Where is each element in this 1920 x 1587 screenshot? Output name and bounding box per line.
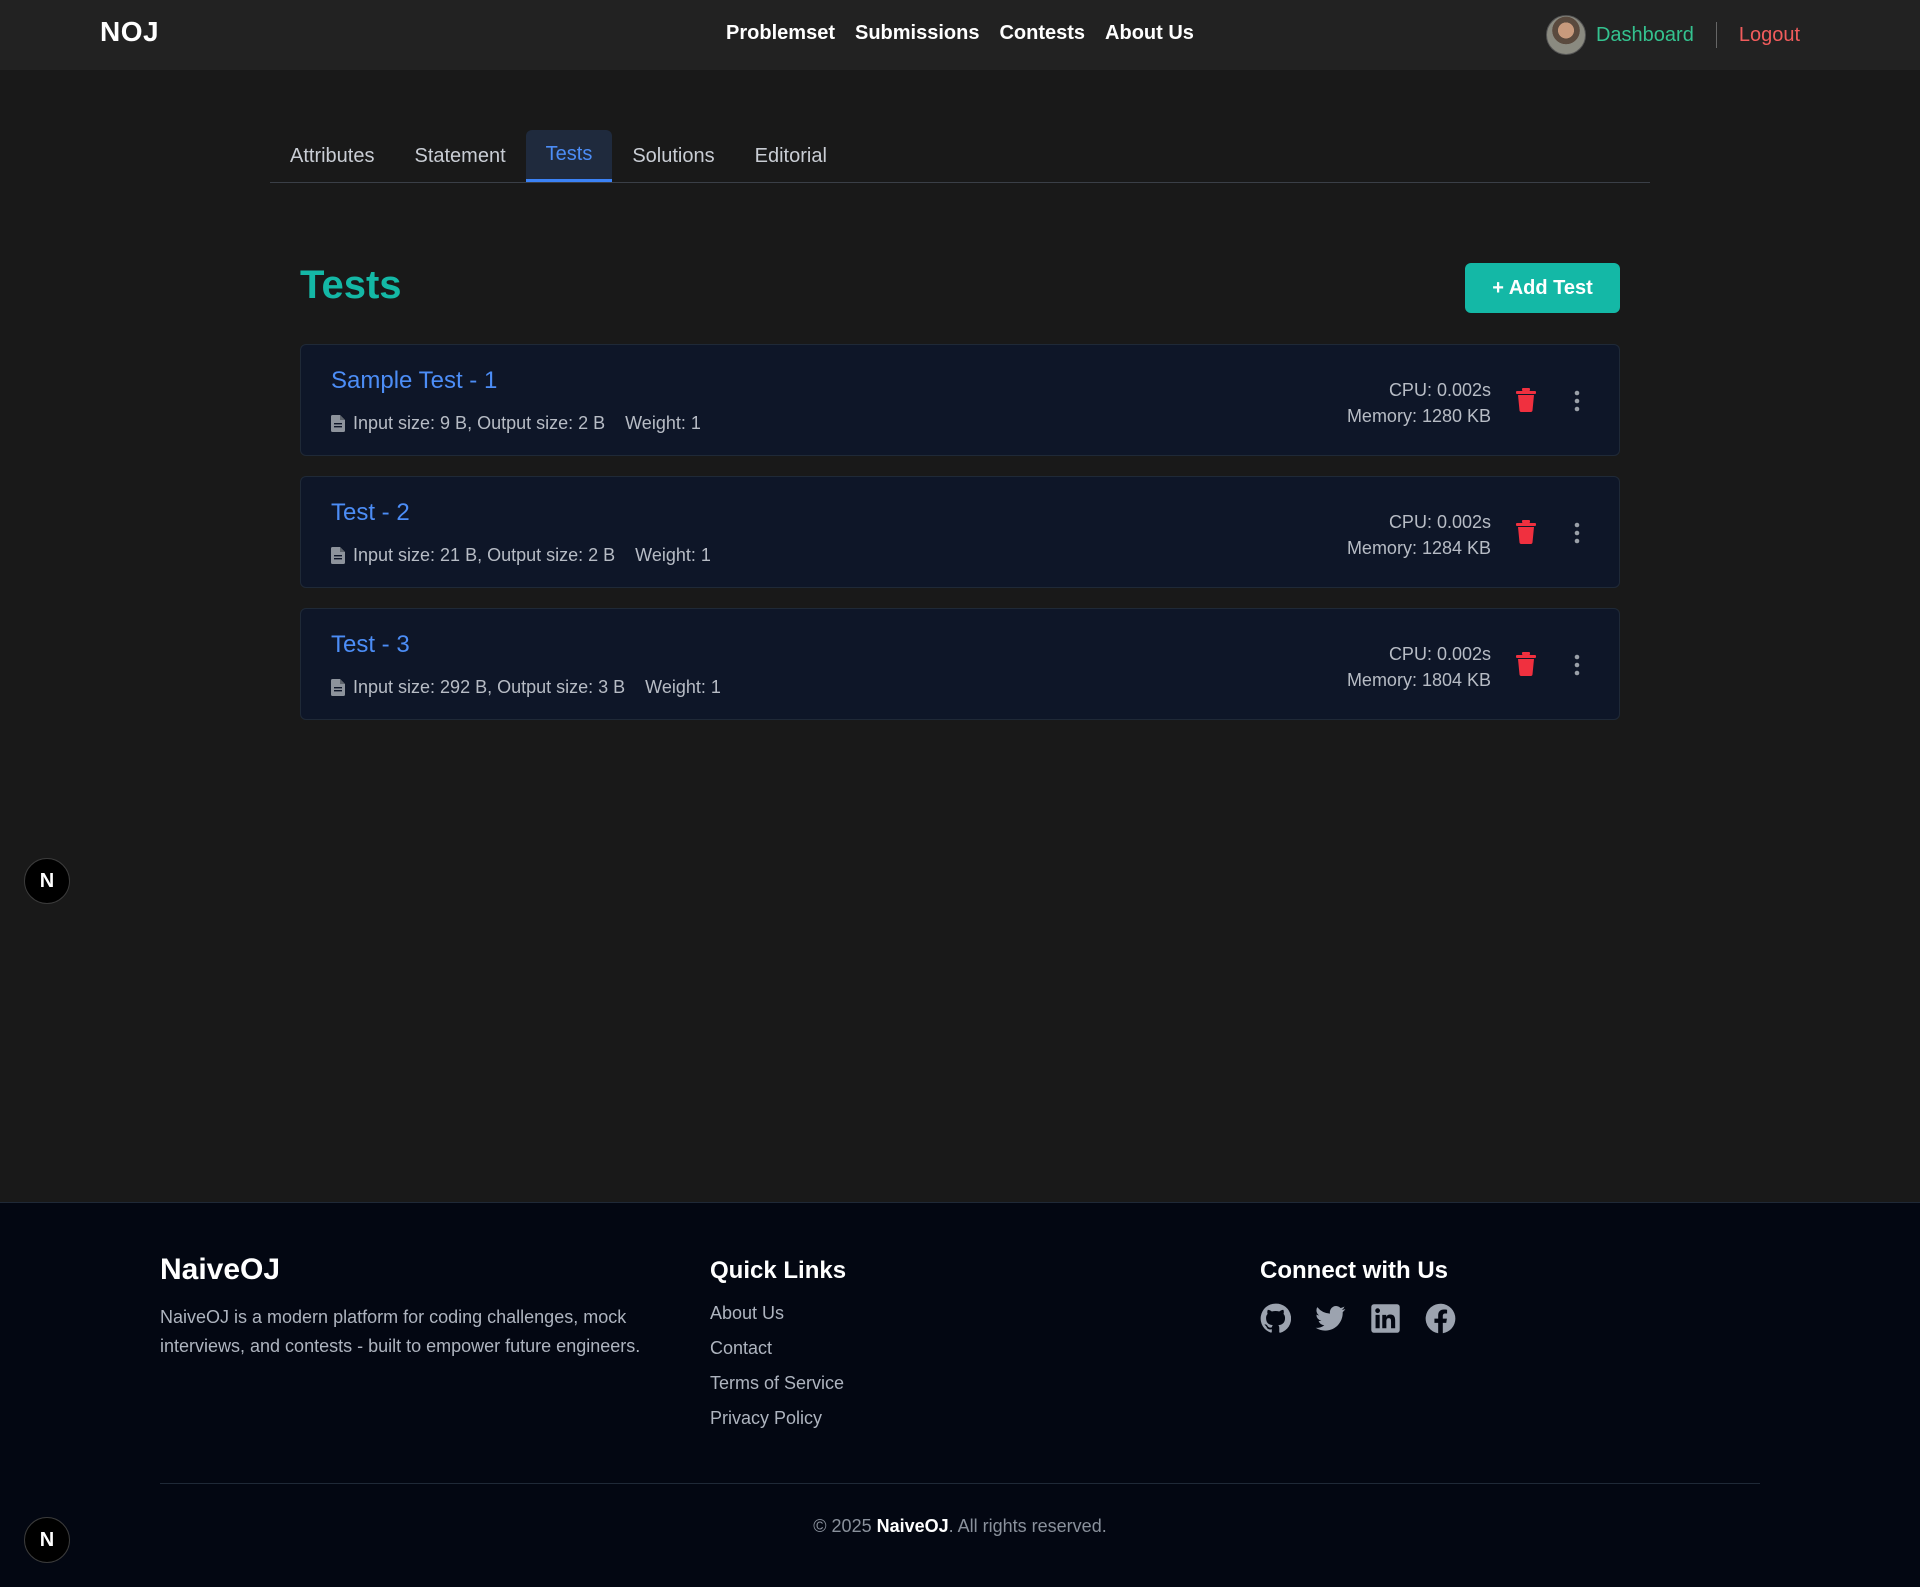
test-meta: Input size: 292 B, Output size: 3 B Weig… [331,677,721,698]
nav-link-about-us[interactable]: About Us [1105,22,1194,45]
test-cpu: CPU: 0.002s [1388,512,1491,532]
more-options-icon[interactable] [1573,521,1581,545]
test-io-sizes: Input size: 9 B, Output size: 2 B [353,413,606,433]
footer-link-terms[interactable]: Terms of Service [710,1373,844,1396]
test-memory: Memory: 1804 KB [1346,670,1491,690]
test-card: Test - 2 Input size: 21 B, Output size: … [300,476,1620,588]
facebook-icon[interactable] [1425,1303,1456,1334]
footer-link-contact[interactable]: Contact [710,1338,844,1361]
logout-link[interactable]: Logout [1739,24,1800,47]
tab-solutions[interactable]: Solutions [612,130,734,182]
test-stats: CPU: 0.002s Memory: 1804 KB [1347,641,1491,693]
problem-tabs: Attributes Statement Tests Solutions Edi… [270,130,1650,183]
social-links [1260,1303,1456,1334]
test-cpu: CPU: 0.002s [1388,644,1491,664]
footer: NaiveOJ NaiveOJ is a modern platform for… [0,1202,1920,1587]
test-name[interactable]: Test - 3 [331,631,410,659]
footer-description: NaiveOJ is a modern platform for coding … [160,1307,641,1356]
test-card: Sample Test - 1 Input size: 9 B, Output … [300,344,1620,456]
trash-icon[interactable] [1515,520,1537,544]
nav-link-submissions[interactable]: Submissions [855,22,979,45]
test-cpu: CPU: 0.002s [1388,380,1491,400]
quick-links: About Us Contact Terms of Service Privac… [710,1303,844,1443]
test-card: Test - 3 Input size: 292 B, Output size:… [300,608,1620,720]
copyright-suffix: . All rights reserved. [948,1516,1107,1536]
tab-editorial[interactable]: Editorial [735,130,847,182]
trash-icon[interactable] [1515,388,1537,412]
user-menu: Dashboard Logout [1545,14,1800,56]
quick-links-heading: Quick Links [710,1257,847,1284]
test-memory: Memory: 1284 KB [1346,538,1491,558]
top-navbar: NOJ Problemset Submissions Contests Abou… [0,0,1920,70]
footer-divider [160,1483,1760,1484]
footer-brand: NaiveOJ [160,1253,281,1286]
avatar[interactable] [1545,15,1586,55]
test-weight: Weight: 1 [645,677,721,697]
copyright-prefix: © 2025 [813,1516,877,1536]
dashboard-link[interactable]: Dashboard [1596,24,1694,47]
tab-tests[interactable]: Tests [525,130,613,182]
dev-tools-badge[interactable]: N [24,858,70,904]
test-name[interactable]: Sample Test - 1 [331,367,497,395]
footer-link-about-us[interactable]: About Us [710,1303,844,1326]
test-stats: CPU: 0.002s Memory: 1280 KB [1347,377,1491,429]
twitter-icon[interactable] [1315,1303,1346,1334]
test-memory: Memory: 1280 KB [1346,406,1491,426]
file-icon [331,415,345,432]
test-meta: Input size: 21 B, Output size: 2 B Weigh… [331,545,711,566]
copyright-brand: NaiveOJ [876,1516,949,1536]
test-weight: Weight: 1 [625,413,701,433]
test-weight: Weight: 1 [635,545,711,565]
nav-link-problemset[interactable]: Problemset [726,22,835,45]
footer-link-privacy[interactable]: Privacy Policy [710,1408,844,1431]
file-icon [331,679,345,696]
test-io-sizes: Input size: 292 B, Output size: 3 B [353,677,626,697]
test-stats: CPU: 0.002s Memory: 1284 KB [1347,509,1491,561]
test-meta: Input size: 9 B, Output size: 2 B Weight… [331,413,701,434]
tab-attributes[interactable]: Attributes [270,130,394,182]
copyright: © 2025 NaiveOJ. All rights reserved. [0,1516,1920,1537]
trash-icon[interactable] [1515,652,1537,676]
linkedin-icon[interactable] [1370,1303,1401,1334]
tab-statement[interactable]: Statement [394,130,525,182]
nav-divider [1715,22,1717,48]
file-icon [331,547,345,564]
page-title: Tests [300,263,402,307]
connect-heading: Connect with Us [1260,1257,1449,1284]
add-test-button[interactable]: + Add Test [1465,263,1620,313]
dev-tools-badge[interactable]: N [24,1517,70,1563]
more-options-icon[interactable] [1573,389,1581,413]
more-options-icon[interactable] [1573,653,1581,677]
nav-link-contests[interactable]: Contests [999,22,1085,45]
test-name[interactable]: Test - 2 [331,499,410,527]
github-icon[interactable] [1260,1303,1291,1334]
test-io-sizes: Input size: 21 B, Output size: 2 B [353,545,616,565]
